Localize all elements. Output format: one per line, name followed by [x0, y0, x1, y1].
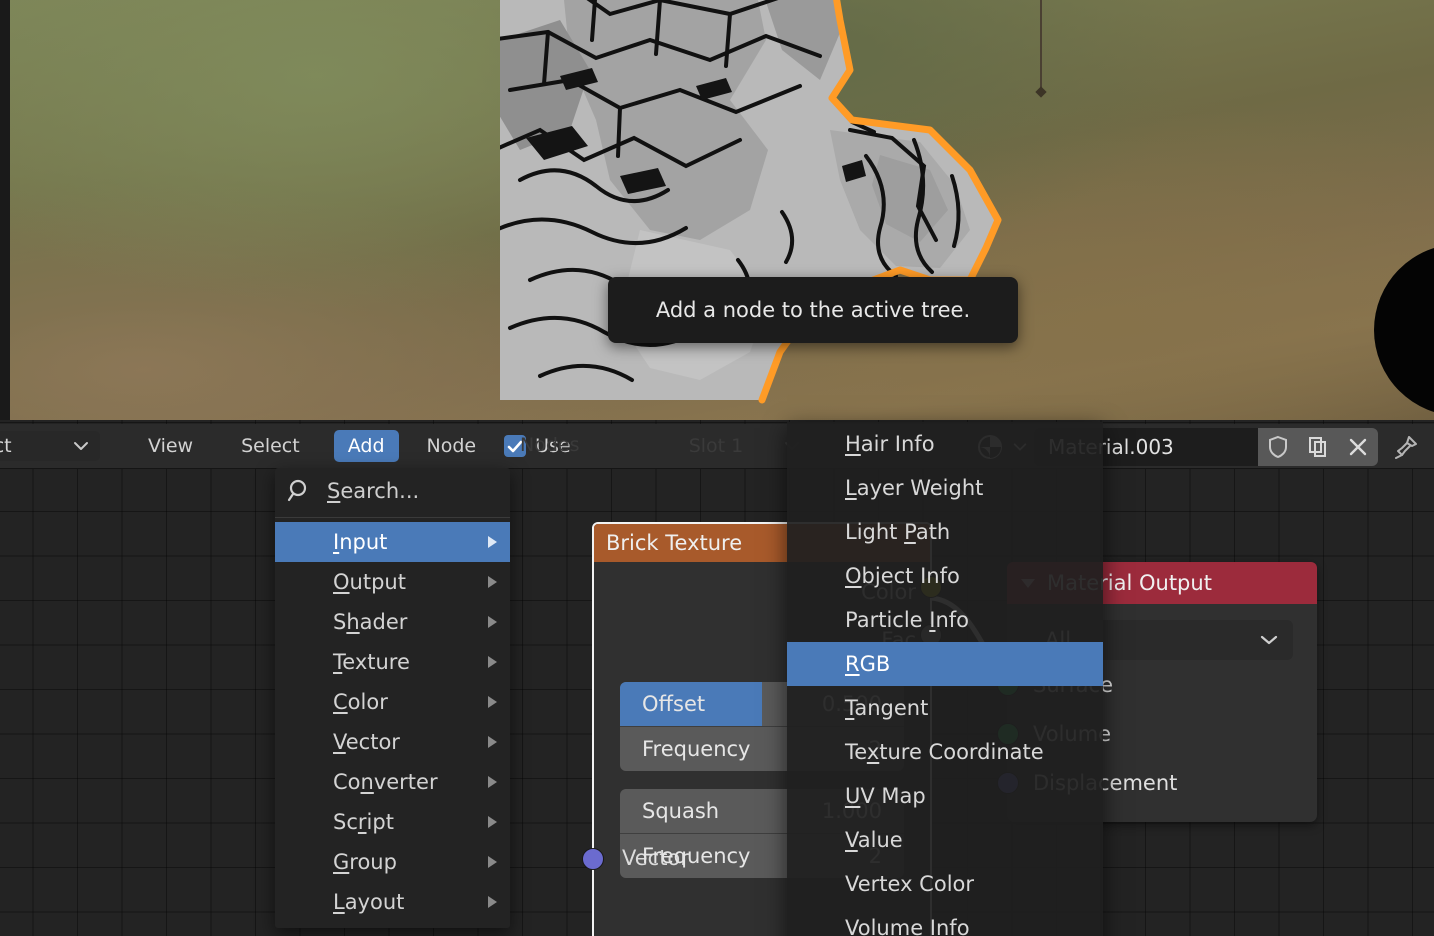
menu-item-shader[interactable]: Shader	[275, 602, 510, 642]
chevron-right-icon	[488, 576, 497, 588]
submenu-item-rgb[interactable]: RGB	[787, 642, 1103, 686]
prop-squash-frequency-label: Frequency	[642, 844, 751, 868]
submenu-item-value-label: Value	[845, 828, 903, 852]
viewport-strut-tip	[1035, 86, 1047, 98]
menu-item-texture-label: Texture	[333, 650, 410, 674]
prop-squash-label: Squash	[642, 799, 720, 823]
menu-select[interactable]: Select	[227, 430, 314, 462]
menu-item-output-label: Output	[333, 570, 406, 594]
submenu-item-particle-info-label: Particle Info	[845, 608, 970, 632]
menu-item-output[interactable]: Output	[275, 562, 510, 602]
brick-node-title: Brick Texture	[606, 531, 743, 555]
chevron-right-icon	[488, 896, 497, 908]
shield-icon	[1269, 435, 1287, 459]
prop-offset-label: Offset	[642, 692, 706, 716]
submenu-item-texture-coordinate[interactable]: Texture Coordinate	[787, 730, 1103, 774]
copy-icon	[1309, 437, 1326, 457]
submenu-item-texture-coordinate-label: Texture Coordinate	[845, 740, 1044, 764]
submenu-item-layer-weight-label: Layer Weight	[845, 476, 984, 500]
menu-item-layout-label: Layout	[333, 890, 405, 914]
chevron-right-icon	[488, 776, 497, 788]
tooltip-text: Add a node to the active tree.	[655, 298, 971, 322]
menu-item-input[interactable]: Input	[275, 522, 510, 562]
menu-view[interactable]: View	[134, 430, 207, 462]
add-menu-dropdown[interactable]: Search... Input Output Shader Texture Co…	[275, 422, 1103, 936]
menu-item-input-label: Input	[333, 530, 388, 554]
submenu-item-hair-info-label: Hair Info	[845, 432, 935, 456]
submenu-item-object-info-label: Object Info	[845, 564, 960, 588]
viewport-sphere	[1374, 244, 1434, 416]
viewport-3d[interactable]	[0, 0, 1434, 420]
chevron-right-icon	[488, 816, 497, 828]
submenu-item-uv-map[interactable]: UV Map	[787, 774, 1103, 818]
menu-item-script[interactable]: Script	[275, 802, 510, 842]
menu-item-group[interactable]: Group	[275, 842, 510, 882]
submenu-item-value[interactable]: Value	[787, 818, 1103, 862]
menu-item-shader-label: Shader	[333, 610, 408, 634]
chevron-right-icon	[488, 856, 497, 868]
menu-search-row[interactable]: Search...	[275, 468, 510, 514]
submenu-item-tangent[interactable]: Tangent	[787, 686, 1103, 730]
menu-item-group-label: Group	[333, 850, 397, 874]
submenu-item-particle-info[interactable]: Particle Info	[787, 598, 1103, 642]
search-icon	[287, 478, 313, 504]
editor-type-dropdown[interactable]: ect	[0, 431, 100, 461]
submenu-item-hair-info[interactable]: Hair Info	[787, 422, 1103, 466]
menu-item-color[interactable]: Color	[275, 682, 510, 722]
chevron-down-icon	[74, 442, 88, 450]
menu-add[interactable]: Add	[333, 430, 399, 462]
submenu-item-light-path[interactable]: Light Path	[787, 510, 1103, 554]
menu-item-converter-label: Converter	[333, 770, 438, 794]
chevron-right-icon	[488, 696, 497, 708]
submenu-item-rgb-label: RGB	[845, 652, 891, 676]
menu-node[interactable]: Node	[413, 430, 491, 462]
menu-item-converter[interactable]: Converter	[275, 762, 510, 802]
pin-id-button[interactable]	[1386, 428, 1426, 466]
slot-label: Slot 1	[688, 435, 744, 457]
submenu-item-uv-map-label: UV Map	[845, 784, 926, 808]
submenu-item-vertex-color-label: Vertex Color	[845, 872, 975, 896]
viewport-rock-model[interactable]	[500, 0, 1020, 410]
pin-icon	[1395, 436, 1417, 459]
unlink-material-button[interactable]	[1338, 428, 1378, 466]
viewport-strut	[1040, 0, 1042, 92]
rock-model-svg	[500, 0, 1002, 404]
menu-separator	[275, 517, 510, 518]
chevron-right-icon	[488, 536, 497, 548]
chevron-right-icon	[488, 616, 497, 628]
submenu-item-layer-weight[interactable]: Layer Weight	[787, 466, 1103, 510]
tooltip: Add a node to the active tree.	[608, 277, 1018, 343]
fake-user-button[interactable]	[1258, 428, 1298, 466]
submenu-item-vertex-color[interactable]: Vertex Color	[787, 862, 1103, 906]
menu-item-color-label: Color	[333, 690, 388, 714]
menu-item-texture[interactable]: Texture	[275, 642, 510, 682]
close-icon	[1349, 438, 1367, 456]
editor-type-label: ect	[0, 435, 12, 457]
input-submenu[interactable]: Hair Info Layer Weight Light Path Object…	[787, 422, 1103, 936]
submenu-item-volume-info-label: Volume Info	[845, 916, 970, 936]
submenu-item-volume-info[interactable]: Volume Info	[787, 906, 1103, 936]
menu-item-vector[interactable]: Vector	[275, 722, 510, 762]
submenu-item-tangent-label: Tangent	[845, 696, 929, 720]
chevron-right-icon	[488, 736, 497, 748]
chevron-down-icon	[1260, 635, 1278, 645]
menu-item-script-label: Script	[333, 810, 394, 834]
menu-item-vector-label: Vector	[333, 730, 400, 754]
menu-search-label: Search...	[327, 479, 420, 503]
socket-vector[interactable]	[582, 848, 604, 870]
new-material-button[interactable]	[1298, 428, 1338, 466]
viewport-left-edge	[0, 0, 10, 420]
blender-window: Brick Texture Color Fac Offset 0.500 Fre…	[0, 0, 1434, 936]
menu-item-layout[interactable]: Layout	[275, 882, 510, 922]
chevron-right-icon	[488, 656, 497, 668]
submenu-item-light-path-label: Light Path	[845, 520, 951, 544]
prop-offset-frequency-label: Frequency	[642, 737, 751, 761]
use-nodes-dim-label: Nodes	[520, 434, 580, 456]
submenu-item-object-info[interactable]: Object Info	[787, 554, 1103, 598]
